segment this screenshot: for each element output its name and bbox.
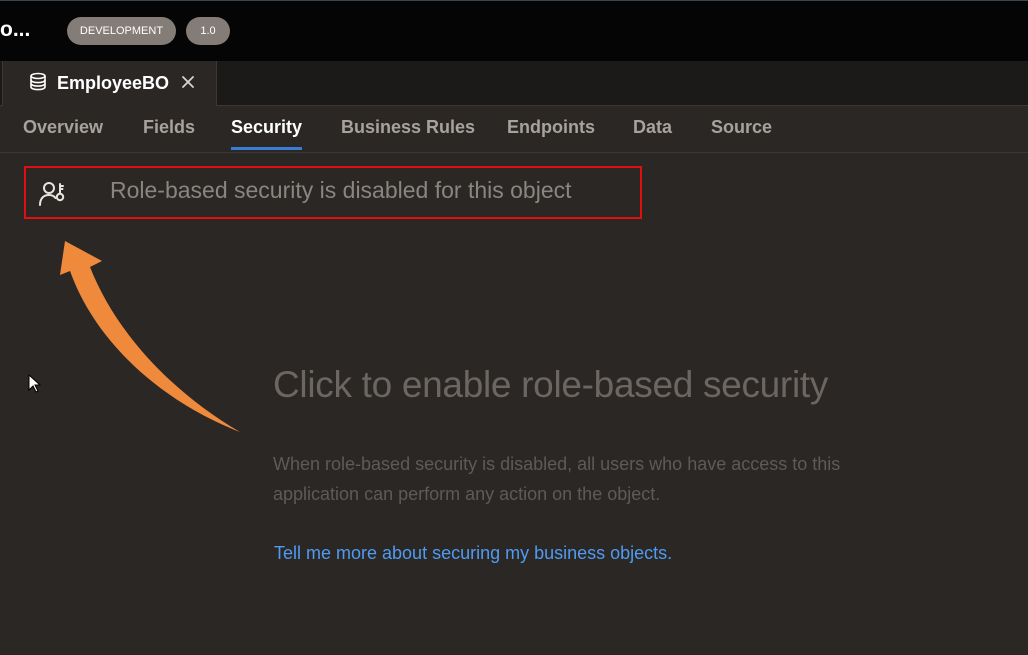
database-icon (30, 72, 46, 91)
environment-badge[interactable]: DEVELOPMENT (67, 17, 176, 45)
learn-more-link[interactable]: Tell me more about securing my business … (274, 543, 672, 564)
enable-security-headline[interactable]: Click to enable role-based security (273, 364, 828, 406)
tab-business-rules[interactable]: Business Rules (341, 117, 475, 147)
version-badge[interactable]: 1.0 (186, 17, 230, 45)
tab-security[interactable]: Security (231, 117, 303, 150)
app-title[interactable]: o... (0, 18, 30, 42)
security-description: When role-based security is disabled, al… (273, 454, 841, 504)
tab-overview[interactable]: Overview (23, 117, 103, 147)
mouse-pointer-icon (28, 374, 42, 393)
object-tabs: Overview Fields Security Business Rules … (0, 106, 1028, 153)
tab-data[interactable]: Data (633, 117, 672, 147)
editor-tab-strip: EmployeeBO (0, 61, 1028, 106)
top-bar: o... DEVELOPMENT 1.0 (0, 0, 1028, 61)
file-tab-employeebo[interactable]: EmployeeBO (2, 61, 217, 106)
banner-text: Role-based security is disabled for this… (110, 177, 572, 203)
role-security-toggle-banner[interactable]: Role-based security is disabled for this… (24, 166, 642, 219)
file-tab-label: EmployeeBO (57, 73, 170, 93)
tab-endpoints[interactable]: Endpoints (507, 117, 595, 147)
tab-source[interactable]: Source (711, 117, 772, 147)
close-icon[interactable] (181, 75, 195, 89)
tab-fields[interactable]: Fields (143, 117, 195, 147)
user-key-icon[interactable] (38, 178, 68, 208)
business-object-editor: EmployeeBO Overview Fields Security Busi… (0, 61, 1028, 655)
